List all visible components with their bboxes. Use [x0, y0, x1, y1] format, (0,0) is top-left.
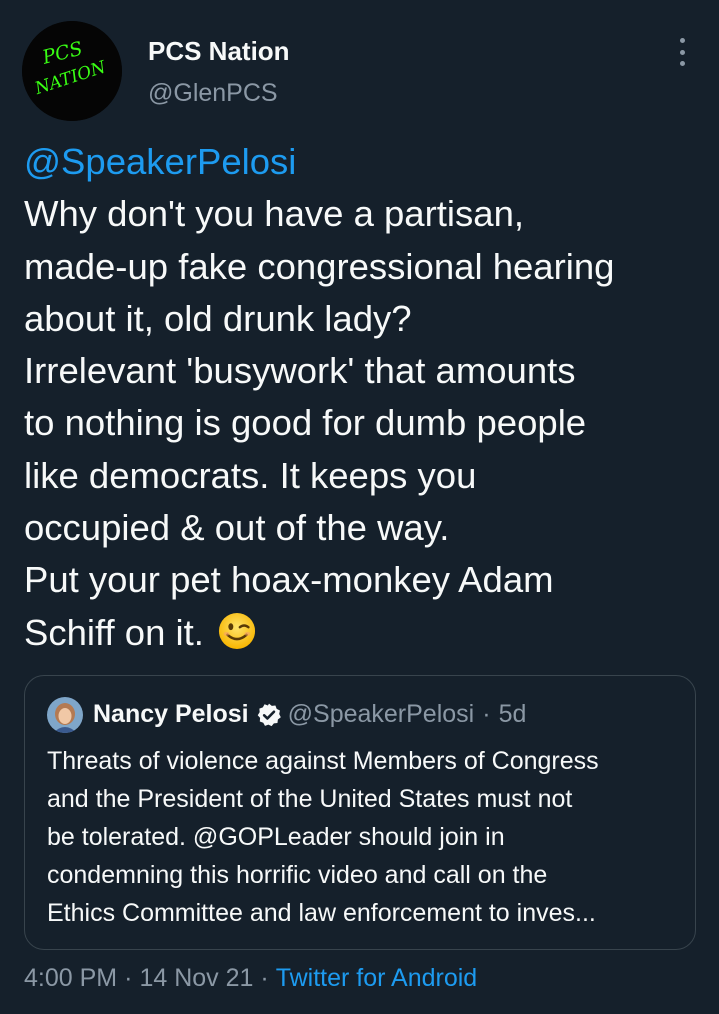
- quoted-line: and the President of the United States m…: [47, 785, 573, 813]
- quoted-author-avatar[interactable]: [47, 697, 83, 733]
- tweet-line: Irrelevant 'busywork' that amounts: [24, 350, 576, 392]
- mention-link[interactable]: @SpeakerPelosi: [24, 136, 704, 188]
- quoted-tweet-text: Threats of violence against Members of C…: [47, 742, 687, 932]
- pcs-nation-logo: PCS NATION: [22, 21, 122, 121]
- author-avatar[interactable]: PCS NATION: [22, 21, 122, 121]
- quoted-timestamp[interactable]: 5d: [499, 700, 527, 729]
- tweet-date[interactable]: 14 Nov 21: [139, 964, 253, 992]
- quoted-line: be tolerated. @GOPLeader should join in: [47, 823, 505, 851]
- tweet-source-link[interactable]: Twitter for Android: [276, 964, 477, 992]
- quoted-line: Threats of violence against Members of C…: [47, 747, 599, 775]
- quoted-separator: ·: [482, 700, 491, 728]
- tweet-line-last: Schiff on it.: [24, 607, 704, 659]
- nancy-pelosi-photo: [47, 697, 83, 733]
- tweet-line: about it, old drunk lady?: [24, 297, 412, 339]
- meta-separator: ·: [124, 964, 133, 992]
- quoted-tweet[interactable]: Nancy Pelosi @SpeakerPelosi · 5d Threats…: [24, 675, 696, 950]
- verified-badge-icon: [257, 703, 281, 726]
- tweet-line: made-up fake congressional hearing: [24, 245, 615, 287]
- tweet-line: occupied & out of the way.: [24, 507, 450, 549]
- tweet-line: Put your pet hoax-monkey Adam: [24, 559, 554, 601]
- quoted-author-name[interactable]: Nancy Pelosi: [93, 700, 249, 729]
- tweet-line: like democrats. It keeps you: [24, 454, 477, 496]
- tweet-text: @SpeakerPelosi Why don't you have a part…: [24, 136, 704, 659]
- tweet-metadata: 4:00 PM · 14 Nov 21 · Twitter for Android: [24, 964, 477, 993]
- more-options-icon[interactable]: [668, 36, 696, 68]
- quoted-line: condemning this horrific video and call …: [47, 861, 548, 889]
- tweet-line: Why don't you have a partisan,: [24, 193, 525, 235]
- author-display-name[interactable]: PCS Nation: [148, 36, 290, 67]
- meta-separator: ·: [260, 964, 269, 992]
- author-handle[interactable]: @GlenPCS: [148, 79, 278, 108]
- quoted-author-handle[interactable]: @SpeakerPelosi: [288, 700, 475, 729]
- quoted-line: Ethics Committee and law enforcement to …: [47, 899, 596, 927]
- winking-face-emoji-icon: [219, 612, 256, 650]
- quoted-tweet-header: Nancy Pelosi @SpeakerPelosi · 5d: [93, 700, 526, 729]
- tweet-time[interactable]: 4:00 PM: [24, 964, 117, 992]
- tweet-line: to nothing is good for dumb people: [24, 402, 587, 444]
- tweet-line-text: Schiff on it.: [24, 611, 204, 653]
